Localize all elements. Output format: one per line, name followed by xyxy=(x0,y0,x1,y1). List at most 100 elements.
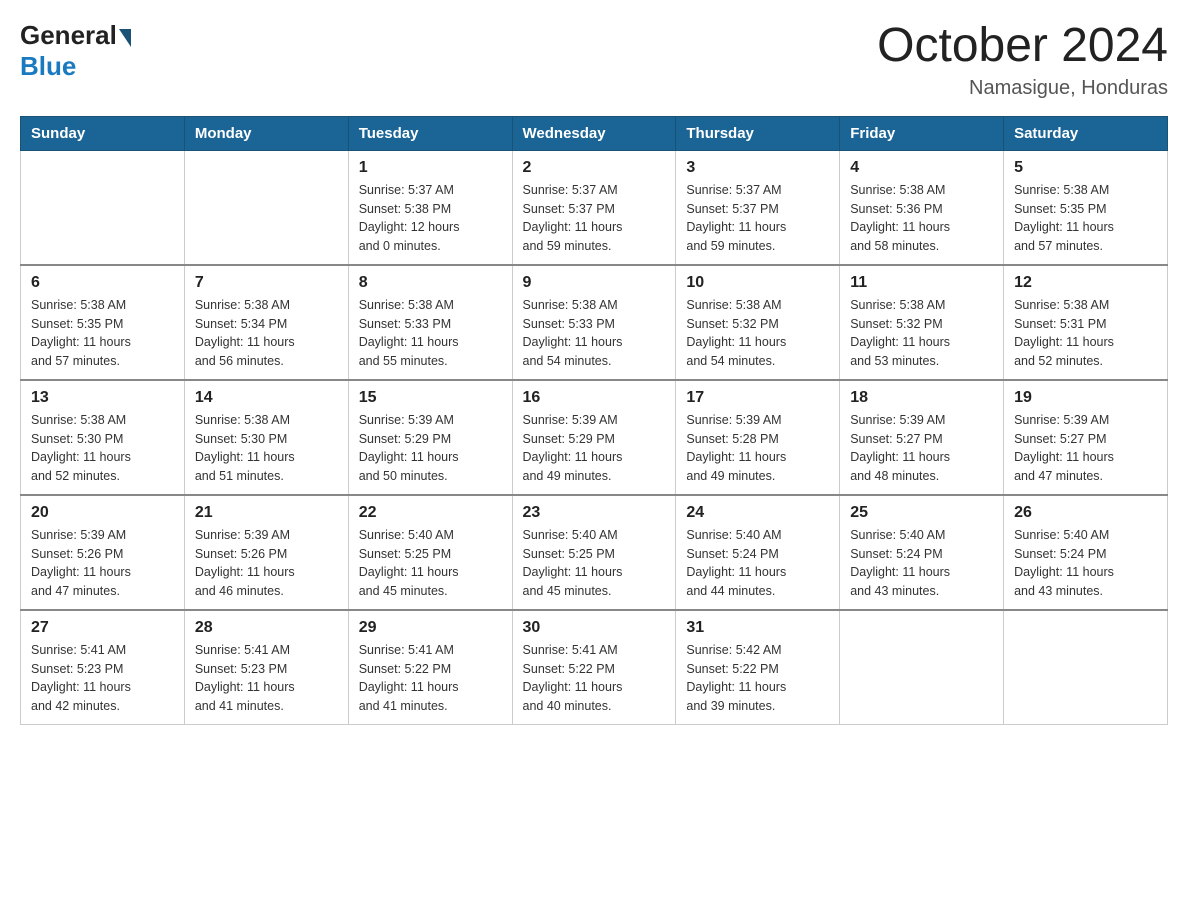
day-info: Sunrise: 5:38 AMSunset: 5:30 PMDaylight:… xyxy=(31,411,174,486)
calendar-cell: 21 Sunrise: 5:39 AMSunset: 5:26 PMDayligh… xyxy=(184,495,348,610)
calendar-week-row: 6 Sunrise: 5:38 AMSunset: 5:35 PMDaylight… xyxy=(21,265,1168,380)
day-info: Sunrise: 5:39 AMSunset: 5:27 PMDaylight:… xyxy=(1014,411,1157,486)
day-info: Sunrise: 5:38 AMSunset: 5:32 PMDaylight:… xyxy=(686,296,829,371)
day-number: 9 xyxy=(523,274,666,292)
day-number: 29 xyxy=(359,619,502,637)
day-info: Sunrise: 5:37 AMSunset: 5:37 PMDaylight:… xyxy=(523,181,666,256)
day-info: Sunrise: 5:38 AMSunset: 5:34 PMDaylight:… xyxy=(195,296,338,371)
calendar-cell: 1Sunrise: 5:37 AMSunset: 5:38 PMDaylight… xyxy=(348,150,512,265)
calendar-cell: 18 Sunrise: 5:39 AMSunset: 5:27 PMDayligh… xyxy=(840,380,1004,495)
calendar-week-row: 20 Sunrise: 5:39 AMSunset: 5:26 PMDayligh… xyxy=(21,495,1168,610)
day-info: Sunrise: 5:39 AMSunset: 5:26 PMDaylight:… xyxy=(31,526,174,601)
calendar-cell: 19 Sunrise: 5:39 AMSunset: 5:27 PMDayligh… xyxy=(1004,380,1168,495)
day-number: 5 xyxy=(1014,159,1157,177)
calendar-cell: 25 Sunrise: 5:40 AMSunset: 5:24 PMDayligh… xyxy=(840,495,1004,610)
day-number: 15 xyxy=(359,389,502,407)
logo-arrow-icon xyxy=(119,29,131,47)
calendar-cell: 29Sunrise: 5:41 AMSunset: 5:22 PMDayligh… xyxy=(348,610,512,725)
logo-general-text: General xyxy=(20,20,117,51)
calendar-cell: 6 Sunrise: 5:38 AMSunset: 5:35 PMDaylight… xyxy=(21,265,185,380)
day-number: 17 xyxy=(686,389,829,407)
day-number: 14 xyxy=(195,389,338,407)
calendar-cell: 28 Sunrise: 5:41 AMSunset: 5:23 PMDayligh… xyxy=(184,610,348,725)
calendar-table: SundayMondayTuesdayWednesdayThursdayFrid… xyxy=(20,116,1168,725)
day-info: Sunrise: 5:37 AMSunset: 5:37 PMDaylight:… xyxy=(686,181,829,256)
day-number: 8 xyxy=(359,274,502,292)
calendar-cell: 13 Sunrise: 5:38 AMSunset: 5:30 PMDayligh… xyxy=(21,380,185,495)
calendar-cell xyxy=(21,150,185,265)
calendar-cell: 31 Sunrise: 5:42 AMSunset: 5:22 PMDayligh… xyxy=(676,610,840,725)
calendar-week-row: 27 Sunrise: 5:41 AMSunset: 5:23 PMDayligh… xyxy=(21,610,1168,725)
day-info: Sunrise: 5:40 AMSunset: 5:24 PMDaylight:… xyxy=(1014,526,1157,601)
day-info: Sunrise: 5:40 AMSunset: 5:25 PMDaylight:… xyxy=(359,526,502,601)
day-number: 22 xyxy=(359,504,502,522)
day-info: Sunrise: 5:38 AMSunset: 5:33 PMDaylight:… xyxy=(359,296,502,371)
day-of-week-header: Wednesday xyxy=(512,116,676,150)
title-block: October 2024 Namasigue, Honduras xyxy=(877,20,1168,100)
day-number: 25 xyxy=(850,504,993,522)
calendar-cell xyxy=(840,610,1004,725)
calendar-cell xyxy=(1004,610,1168,725)
month-title: October 2024 xyxy=(877,20,1168,73)
calendar-cell xyxy=(184,150,348,265)
days-of-week-row: SundayMondayTuesdayWednesdayThursdayFrid… xyxy=(21,116,1168,150)
day-info: Sunrise: 5:39 AMSunset: 5:29 PMDaylight:… xyxy=(359,411,502,486)
day-number: 27 xyxy=(31,619,174,637)
day-info: Sunrise: 5:39 AMSunset: 5:26 PMDaylight:… xyxy=(195,526,338,601)
day-number: 18 xyxy=(850,389,993,407)
calendar-cell: 20 Sunrise: 5:39 AMSunset: 5:26 PMDayligh… xyxy=(21,495,185,610)
day-info: Sunrise: 5:37 AMSunset: 5:38 PMDaylight:… xyxy=(359,181,502,256)
day-info: Sunrise: 5:41 AMSunset: 5:23 PMDaylight:… xyxy=(195,641,338,716)
day-number: 3 xyxy=(686,159,829,177)
day-info: Sunrise: 5:40 AMSunset: 5:25 PMDaylight:… xyxy=(523,526,666,601)
day-info: Sunrise: 5:39 AMSunset: 5:27 PMDaylight:… xyxy=(850,411,993,486)
page-header: General Blue October 2024 Namasigue, Hon… xyxy=(20,20,1168,100)
calendar-cell: 11Sunrise: 5:38 AMSunset: 5:32 PMDayligh… xyxy=(840,265,1004,380)
location-text: Namasigue, Honduras xyxy=(877,77,1168,100)
day-of-week-header: Friday xyxy=(840,116,1004,150)
calendar-cell: 16Sunrise: 5:39 AMSunset: 5:29 PMDayligh… xyxy=(512,380,676,495)
calendar-cell: 26 Sunrise: 5:40 AMSunset: 5:24 PMDayligh… xyxy=(1004,495,1168,610)
day-number: 4 xyxy=(850,159,993,177)
day-number: 6 xyxy=(31,274,174,292)
day-info: Sunrise: 5:38 AMSunset: 5:36 PMDaylight:… xyxy=(850,181,993,256)
day-info: Sunrise: 5:41 AMSunset: 5:22 PMDaylight:… xyxy=(523,641,666,716)
day-number: 16 xyxy=(523,389,666,407)
day-info: Sunrise: 5:38 AMSunset: 5:33 PMDaylight:… xyxy=(523,296,666,371)
day-info: Sunrise: 5:42 AMSunset: 5:22 PMDaylight:… xyxy=(686,641,829,716)
calendar-cell: 12 Sunrise: 5:38 AMSunset: 5:31 PMDayligh… xyxy=(1004,265,1168,380)
calendar-cell: 22 Sunrise: 5:40 AMSunset: 5:25 PMDayligh… xyxy=(348,495,512,610)
day-number: 19 xyxy=(1014,389,1157,407)
day-number: 31 xyxy=(686,619,829,637)
day-number: 2 xyxy=(523,159,666,177)
calendar-cell: 27 Sunrise: 5:41 AMSunset: 5:23 PMDayligh… xyxy=(21,610,185,725)
day-info: Sunrise: 5:41 AMSunset: 5:23 PMDaylight:… xyxy=(31,641,174,716)
logo: General Blue xyxy=(20,20,133,82)
day-info: Sunrise: 5:40 AMSunset: 5:24 PMDaylight:… xyxy=(850,526,993,601)
calendar-cell: 14Sunrise: 5:38 AMSunset: 5:30 PMDayligh… xyxy=(184,380,348,495)
day-number: 28 xyxy=(195,619,338,637)
day-number: 7 xyxy=(195,274,338,292)
day-of-week-header: Tuesday xyxy=(348,116,512,150)
day-info: Sunrise: 5:39 AMSunset: 5:28 PMDaylight:… xyxy=(686,411,829,486)
day-number: 13 xyxy=(31,389,174,407)
day-number: 24 xyxy=(686,504,829,522)
day-info: Sunrise: 5:38 AMSunset: 5:35 PMDaylight:… xyxy=(31,296,174,371)
day-of-week-header: Monday xyxy=(184,116,348,150)
day-number: 26 xyxy=(1014,504,1157,522)
day-number: 12 xyxy=(1014,274,1157,292)
calendar-header: SundayMondayTuesdayWednesdayThursdayFrid… xyxy=(21,116,1168,150)
day-number: 10 xyxy=(686,274,829,292)
calendar-cell: 15 Sunrise: 5:39 AMSunset: 5:29 PMDayligh… xyxy=(348,380,512,495)
calendar-cell: 23Sunrise: 5:40 AMSunset: 5:25 PMDayligh… xyxy=(512,495,676,610)
calendar-cell: 3 Sunrise: 5:37 AMSunset: 5:37 PMDaylight… xyxy=(676,150,840,265)
calendar-cell: 9 Sunrise: 5:38 AMSunset: 5:33 PMDaylight… xyxy=(512,265,676,380)
day-number: 21 xyxy=(195,504,338,522)
day-number: 20 xyxy=(31,504,174,522)
calendar-cell: 24Sunrise: 5:40 AMSunset: 5:24 PMDayligh… xyxy=(676,495,840,610)
day-info: Sunrise: 5:38 AMSunset: 5:31 PMDaylight:… xyxy=(1014,296,1157,371)
calendar-week-row: 1Sunrise: 5:37 AMSunset: 5:38 PMDaylight… xyxy=(21,150,1168,265)
day-number: 11 xyxy=(850,274,993,292)
day-number: 30 xyxy=(523,619,666,637)
day-info: Sunrise: 5:38 AMSunset: 5:35 PMDaylight:… xyxy=(1014,181,1157,256)
